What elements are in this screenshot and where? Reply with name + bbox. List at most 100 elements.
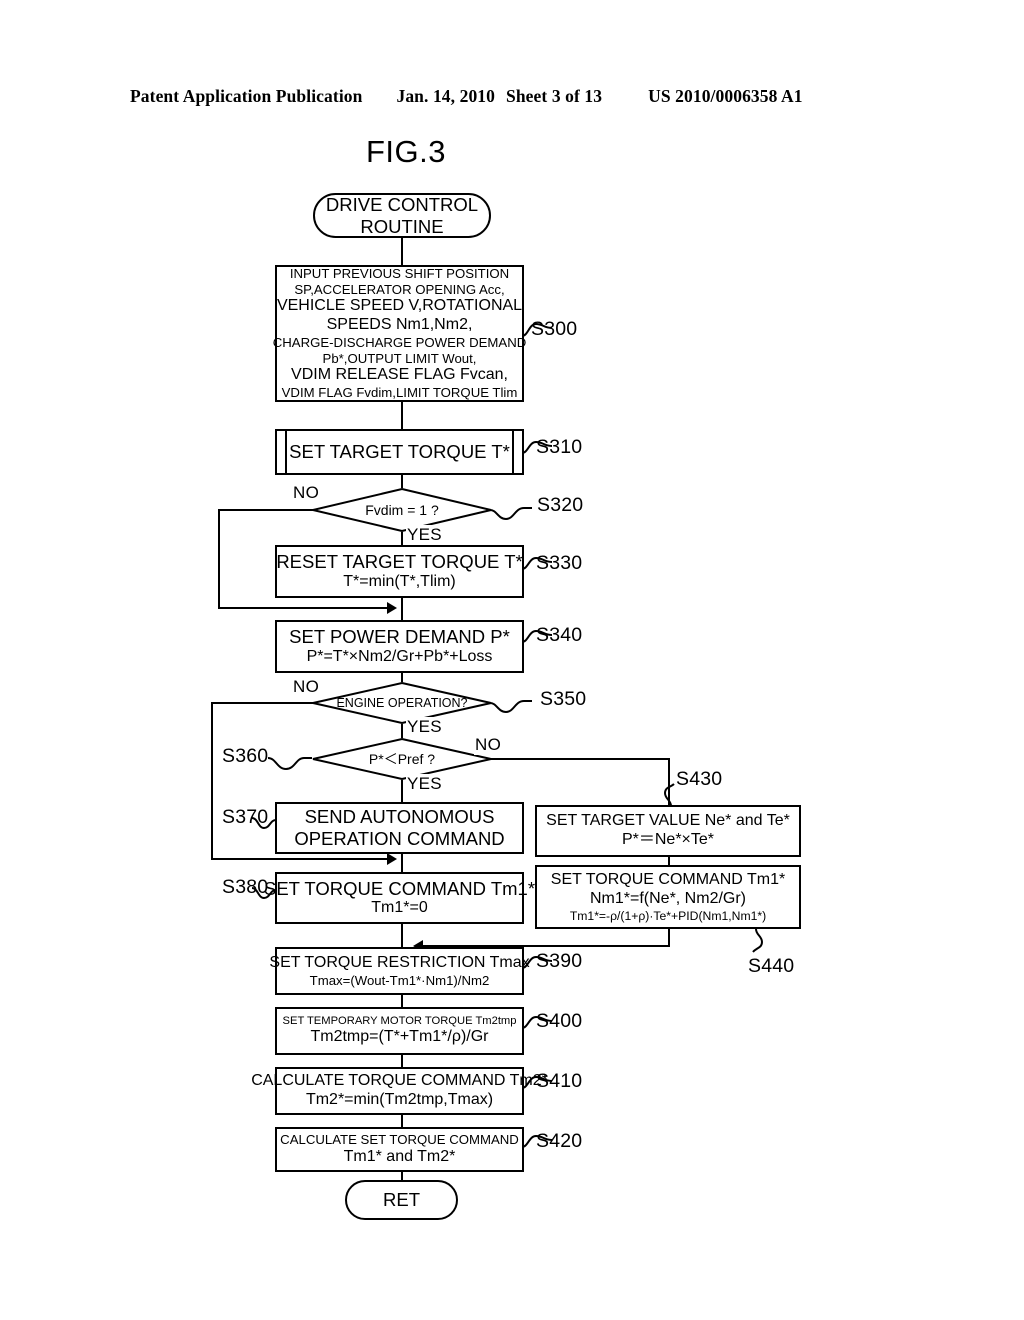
- node-s320-condition: Fvdim = 1 ?: [365, 502, 439, 518]
- connector-start-to-s300: [401, 238, 403, 265]
- node-s330: RESET TARGET TORQUE T* T*=min(T*,Tlim): [275, 545, 524, 598]
- branch-s350-yes: YES: [406, 717, 443, 737]
- connector-s320-yes: [401, 532, 403, 545]
- node-s430-line-1: SET TARGET VALUE Ne* and Te*: [546, 812, 790, 830]
- node-s400-line-1: SET TEMPORARY MOTOR TORQUE Tm2tmp: [282, 1014, 517, 1027]
- node-s360-condition: P*＜Pref ?: [368, 751, 436, 767]
- leader-s440: [752, 928, 764, 953]
- node-s300-line-4: SPEEDS Nm1,Nm2,: [326, 316, 473, 334]
- node-s400: SET TEMPORARY MOTOR TORQUE Tm2tmp Tm2tmp…: [275, 1007, 524, 1055]
- leader-s320: [489, 507, 532, 521]
- node-s440-line-2: Nm1*=f(Ne*, Nm2/Gr): [589, 889, 747, 907]
- node-s390-line-2: Tmax=(Wout-Tm1*·Nm1)/Nm2: [309, 972, 490, 988]
- node-s380-line-2: Tm1*=0: [371, 899, 428, 917]
- node-s300-line-6: Pb*,OUTPUT LIMIT Wout,: [322, 350, 477, 366]
- node-s300-line-2: SP,ACCELERATOR OPENING Acc,: [294, 281, 505, 297]
- stepref-s310: S310: [536, 436, 583, 458]
- connector-s320-no-top: [218, 509, 314, 511]
- connector-s350-no-bottom: [211, 858, 394, 860]
- node-s410-line-2: Tm2*=min(Tm2tmp,Tmax): [305, 1091, 494, 1108]
- connector-s370-to-s380: [401, 854, 403, 872]
- node-s300: INPUT PREVIOUS SHIFT POSITION SP,ACCELER…: [272, 265, 527, 402]
- stepref-s330: S330: [536, 552, 583, 574]
- connector-s320-no-bottom: [218, 607, 394, 609]
- node-s350-condition: ENGINE OPERATION?: [336, 696, 468, 710]
- node-s390-line-1: SET TORQUE RESTRICTION Tmax: [269, 953, 530, 971]
- stepref-s420: S420: [536, 1130, 583, 1152]
- node-s440-line-3: Tm1*=-ρ/(1+ρ)·Te*+PID(Nm1,Nm1*): [569, 908, 767, 923]
- node-s400-line-2: Tm2tmp=(T*+Tm1*/ρ)/Gr: [310, 1028, 489, 1046]
- stepref-s370: S370: [222, 806, 269, 828]
- node-s440-line-1: SET TORQUE COMMAND Tm1*: [550, 870, 786, 888]
- node-s430: SET TARGET VALUE Ne* and Te* P*＝Ne*×Te*: [535, 805, 801, 857]
- branch-s350-no: NO: [292, 677, 321, 697]
- node-s380: SET TORQUE COMMAND Tm1* Tm1*=0: [264, 872, 535, 924]
- node-start-line-1: DRIVE CONTROL: [325, 193, 479, 215]
- node-start: DRIVE CONTROL ROUTINE: [313, 193, 491, 238]
- arrowhead-s350-no: [387, 853, 397, 865]
- connector-s360-yes: [401, 780, 403, 802]
- node-s310-line-1: SET TARGET TORQUE T*: [289, 441, 510, 463]
- connector-s350-no-left: [211, 702, 213, 860]
- connector-s400-to-s410: [401, 1055, 403, 1067]
- stepref-s360: S360: [222, 745, 269, 767]
- branch-s320-yes: YES: [406, 525, 443, 545]
- node-s390: SET TORQUE RESTRICTION Tmax Tmax=(Wout-T…: [269, 947, 530, 995]
- stepref-s380: S380: [222, 876, 269, 898]
- node-s340-line-2: P*=T*×Nm2/Gr+Pb*+Loss: [306, 647, 493, 665]
- node-s340-line-1: SET POWER DEMAND P*: [289, 626, 510, 648]
- node-end-line-1: RET: [383, 1189, 420, 1211]
- flowchart-diagram: DRIVE CONTROL ROUTINE INPUT PREVIOUS SHI…: [0, 0, 1024, 1320]
- node-s350: ENGINE OPERATION?: [312, 682, 492, 724]
- stepref-s410: S410: [536, 1070, 583, 1092]
- connector-s330-to-s340: [401, 598, 403, 620]
- node-s420-line-2: Tm1* and Tm2*: [343, 1147, 456, 1165]
- node-s370-line-2: OPERATION COMMAND: [294, 828, 505, 849]
- node-s430-line-2: P*＝Ne*×Te*: [621, 831, 715, 848]
- connector-s350-no-top: [211, 702, 314, 704]
- connector-s320-no-left: [218, 509, 220, 609]
- node-s410-line-1: CALCULATE TORQUE COMMAND Tm2*: [251, 1072, 548, 1090]
- branch-s360-no: NO: [474, 735, 503, 755]
- node-s300-line-3: VEHICLE SPEED V,ROTATIONAL: [276, 297, 523, 315]
- connector-s410-to-s420: [401, 1115, 403, 1127]
- node-s300-line-8: VDIM FLAG Fvdim,LIMIT TORQUE Tlim: [281, 385, 518, 401]
- stepref-s430: S430: [676, 768, 723, 790]
- stepref-s440: S440: [748, 955, 795, 977]
- node-s300-line-5: CHARGE-DISCHARGE POWER DEMAND: [272, 335, 527, 351]
- node-s340: SET POWER DEMAND P* P*=T*×Nm2/Gr+Pb*+Los…: [275, 620, 524, 673]
- node-s380-line-1: SET TORQUE COMMAND Tm1*: [263, 877, 536, 899]
- stepref-s400: S400: [536, 1010, 583, 1032]
- node-s330-line-2: T*=min(T*,Tlim): [343, 572, 456, 590]
- node-s440: SET TORQUE COMMAND Tm1* Nm1*=f(Ne*, Nm2/…: [535, 865, 801, 929]
- stepref-s340: S340: [536, 624, 583, 646]
- connector-s420-to-end: [401, 1172, 403, 1180]
- branch-s320-no: NO: [292, 483, 321, 503]
- connector-s340-to-s350: [401, 673, 403, 682]
- stepref-s350: S350: [540, 688, 587, 710]
- node-s410: CALCULATE TORQUE COMMAND Tm2* Tm2*=min(T…: [251, 1067, 548, 1115]
- stepref-s390: S390: [536, 950, 583, 972]
- node-s370-line-1: SEND AUTONOMOUS: [304, 806, 495, 828]
- connector-s430-to-s440: [668, 857, 670, 865]
- leader-s350: [489, 700, 532, 714]
- arrowhead-s320-no: [387, 602, 397, 614]
- connector-s300-to-s310: [401, 402, 403, 429]
- stepref-s320: S320: [537, 494, 584, 516]
- node-start-line-2: ROUTINE: [360, 215, 444, 237]
- node-s360: P*＜Pref ?: [312, 738, 492, 780]
- node-s300-line-1: INPUT PREVIOUS SHIFT POSITION: [289, 266, 510, 282]
- connector-s310-to-s320: [401, 475, 403, 488]
- connector-s350-yes: [401, 724, 403, 738]
- node-s320: Fvdim = 1 ?: [312, 488, 492, 532]
- connector-s390-to-s400: [401, 995, 403, 1007]
- node-s370: SEND AUTONOMOUS OPERATION COMMAND: [275, 802, 524, 854]
- node-s310: SET TARGET TORQUE T*: [275, 429, 524, 475]
- leader-s360: [267, 757, 312, 771]
- stepref-s300: S300: [531, 318, 578, 340]
- connector-s380-to-s390: [401, 924, 403, 947]
- node-s420: CALCULATE SET TORQUE COMMAND Tm1* and Tm…: [275, 1127, 524, 1172]
- node-s330-line-1: RESET TARGET TORQUE T*: [276, 551, 523, 573]
- node-s420-line-1: CALCULATE SET TORQUE COMMAND: [280, 1132, 519, 1148]
- node-end: RET: [345, 1180, 458, 1220]
